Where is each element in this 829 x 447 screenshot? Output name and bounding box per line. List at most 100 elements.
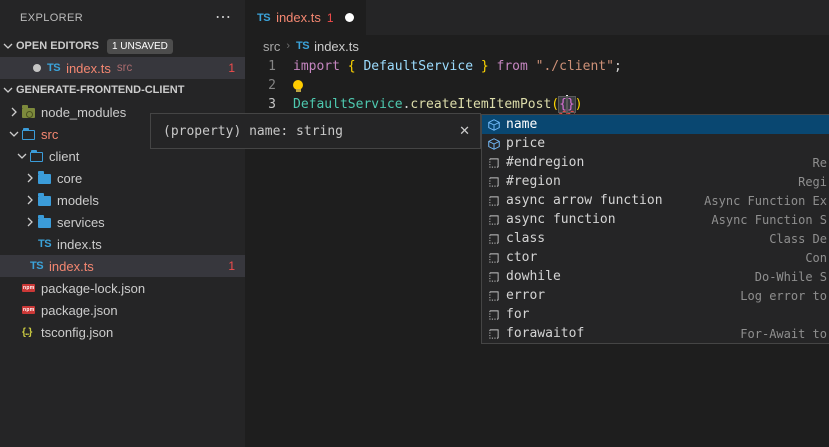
chevron-right-icon[interactable]: [6, 104, 22, 120]
code-line[interactable]: 2: [245, 76, 829, 95]
ts-file-icon: TS: [257, 12, 270, 24]
suggest-item-detail: Re: [813, 156, 827, 170]
chevron-right-icon[interactable]: [22, 214, 38, 230]
modified-dot-icon: [33, 64, 41, 72]
lightbulb-icon[interactable]: [293, 80, 303, 90]
chevron-slot: [6, 324, 22, 340]
icon-slot: TS: [38, 236, 57, 252]
error-count-badge: 1: [228, 259, 235, 273]
code-token: DefaultService: [363, 59, 473, 74]
code-token: import: [293, 59, 348, 74]
tree-item[interactable]: models: [0, 189, 245, 211]
snippet-icon: [485, 174, 502, 190]
chevron-slot: [22, 214, 38, 230]
breadcrumb-separator-icon: ›: [286, 40, 290, 52]
chevron-down-icon[interactable]: [14, 148, 30, 164]
suggest-item-label: ctor: [506, 250, 537, 265]
suggest-item[interactable]: async function Async Function S: [482, 210, 829, 229]
suggest-item[interactable]: ctor Con: [482, 248, 829, 267]
suggest-widget: name price #endregion Re #region Regi as…: [481, 114, 829, 344]
line-number[interactable]: 3: [245, 95, 293, 114]
chevron-slot: [6, 104, 22, 120]
tree-item[interactable]: core: [0, 167, 245, 189]
more-actions-icon[interactable]: ⋯: [215, 13, 231, 23]
snippet-icon: [485, 250, 502, 266]
code-token: DefaultService: [293, 97, 403, 112]
tab-bar: TS index.ts 1: [245, 0, 829, 35]
tree-item[interactable]: TS index.ts 1: [0, 255, 245, 277]
open-editor-item[interactable]: TS index.ts src 1: [0, 57, 245, 79]
icon-slot: [38, 170, 57, 186]
tab-index-ts[interactable]: TS index.ts 1: [245, 0, 366, 35]
chevron-down-icon[interactable]: [0, 38, 16, 54]
snippet-icon: [485, 231, 502, 247]
suggest-item-label: async function: [506, 212, 616, 227]
code-line[interactable]: 3 DefaultService.createItemItemPost({}): [245, 95, 829, 114]
suggest-item[interactable]: async arrow function Async Function Ex: [482, 191, 829, 210]
workspace-label: GENERATE-FRONTEND-CLIENT: [16, 84, 184, 96]
icon-slot: [22, 104, 41, 120]
code-token: [489, 59, 497, 74]
tree-item[interactable]: npm package.json: [0, 299, 245, 321]
chevron-down-icon[interactable]: [0, 82, 16, 98]
suggest-item-label: dowhile: [506, 269, 561, 284]
code-token: "./client": [536, 59, 614, 74]
suggest-item-label: #region: [506, 174, 561, 189]
open-folder-icon: [30, 152, 43, 162]
line-number[interactable]: 1: [245, 57, 293, 76]
suggest-item-label: class: [506, 231, 545, 246]
suggest-item-label: #endregion: [506, 155, 584, 170]
suggest-item[interactable]: forawaitof For-Await to: [482, 324, 829, 343]
suggest-item[interactable]: error Log error to: [482, 286, 829, 305]
tree-item[interactable]: {..} tsconfig.json: [0, 321, 245, 343]
snippet-icon: [485, 193, 502, 209]
suggest-item[interactable]: dowhile Do-While S: [482, 267, 829, 286]
tab-label: index.ts: [276, 10, 321, 25]
tree-item-label: node_modules: [41, 105, 126, 120]
suggest-item[interactable]: #region Regi: [482, 172, 829, 191]
icon-slot: [38, 192, 57, 208]
json-file-icon: {..}: [22, 327, 31, 338]
tree-item-label: package.json: [41, 303, 118, 318]
code-token: }: [481, 59, 489, 74]
tab-error-count: 1: [327, 11, 334, 25]
chevron-right-icon[interactable]: [22, 170, 38, 186]
code-editor[interactable]: 1 import { DefaultService } from "./clie…: [245, 57, 829, 114]
code-token: createItemItemPost: [410, 97, 551, 112]
open-editor-description: src: [117, 62, 132, 74]
suggest-item[interactable]: name: [482, 115, 829, 134]
breadcrumb-folder[interactable]: src: [263, 39, 280, 54]
tree-item-label: index.ts: [57, 237, 102, 252]
tree-item[interactable]: TS index.ts: [0, 233, 245, 255]
icon-slot: {..}: [22, 324, 41, 340]
line-number[interactable]: 2: [245, 76, 293, 95]
chevron-slot: [22, 192, 38, 208]
open-editors-section[interactable]: OPEN EDITORS 1 UNSAVED: [0, 35, 245, 57]
open-editors-label: OPEN EDITORS: [16, 40, 99, 52]
tree-item-label: core: [57, 171, 82, 186]
snippet-icon: [485, 212, 502, 228]
icon-slot: [38, 214, 57, 230]
code-token: (: [551, 97, 559, 112]
chevron-down-icon[interactable]: [6, 126, 22, 142]
code-token: [473, 59, 481, 74]
suggest-item[interactable]: price: [482, 134, 829, 153]
tree-item[interactable]: services: [0, 211, 245, 233]
snippet-icon: [485, 288, 502, 304]
suggest-item[interactable]: for: [482, 305, 829, 324]
suggest-item[interactable]: #endregion Re: [482, 153, 829, 172]
breadcrumb-filename: index.ts: [314, 39, 359, 54]
tree-item[interactable]: npm package-lock.json: [0, 277, 245, 299]
suggest-item-label: async arrow function: [506, 193, 663, 208]
breadcrumb-file[interactable]: TS index.ts: [296, 39, 359, 54]
code-line[interactable]: 1 import { DefaultService } from "./clie…: [245, 57, 829, 76]
close-icon[interactable]: ✕: [459, 123, 470, 139]
tree-item-label: index.ts: [49, 259, 94, 274]
suggest-item-detail: Class De: [769, 232, 827, 246]
suggest-item-detail: Async Function S: [711, 213, 827, 227]
folder-icon: [38, 218, 51, 228]
chevron-right-icon[interactable]: [22, 192, 38, 208]
unsaved-dot-icon[interactable]: [345, 13, 354, 22]
workspace-section[interactable]: GENERATE-FRONTEND-CLIENT: [0, 79, 245, 101]
suggest-item[interactable]: class Class De: [482, 229, 829, 248]
